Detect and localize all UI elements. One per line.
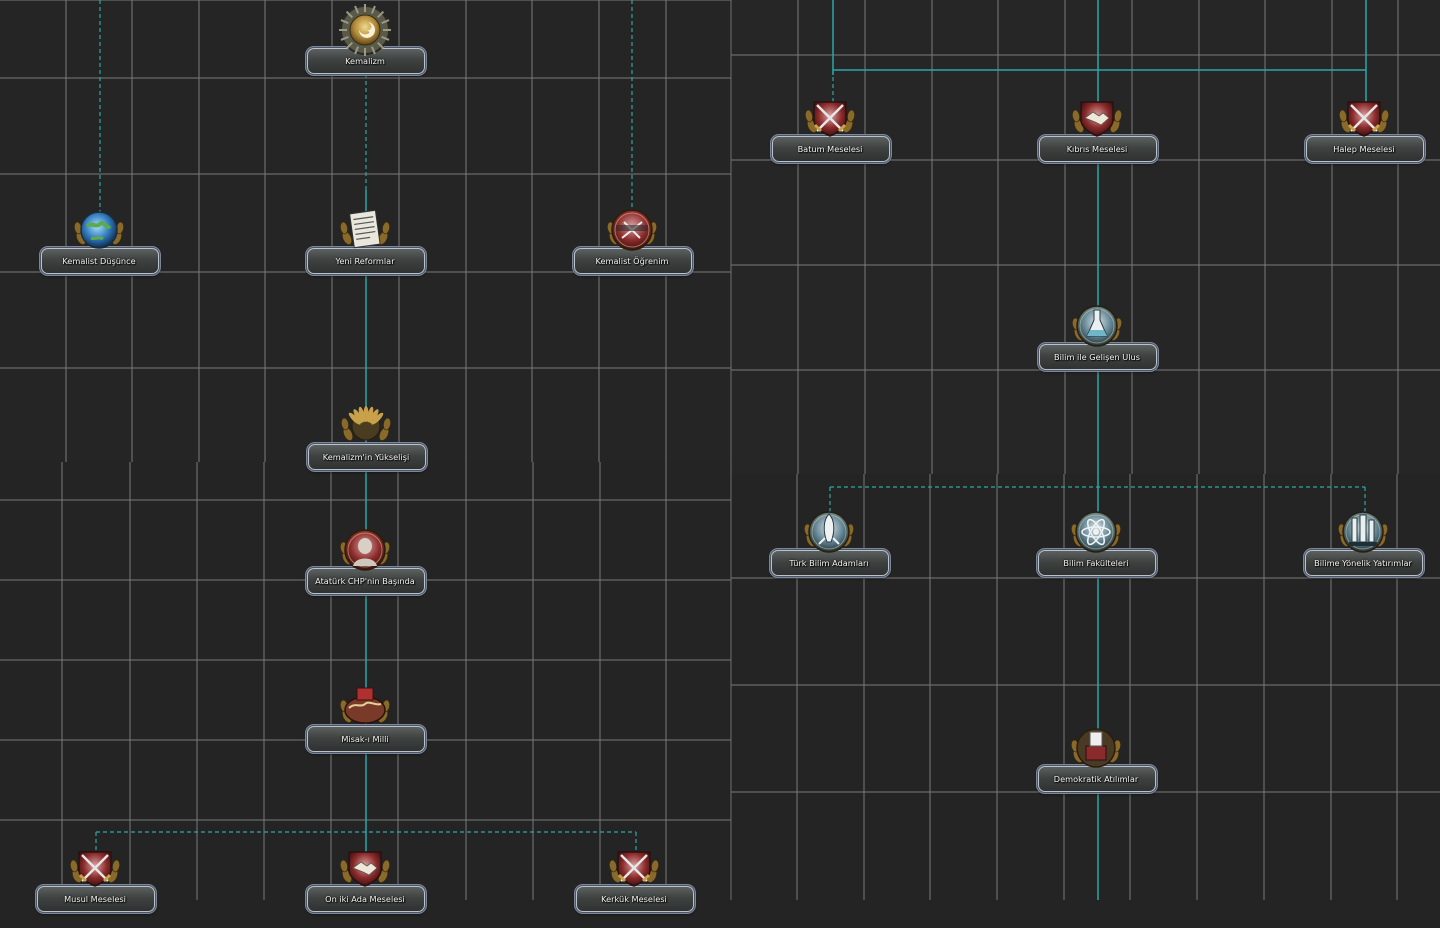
focus-label: Musul Meselesi <box>64 894 126 904</box>
focus-label: Atatürk CHP'nin Başında <box>315 576 415 586</box>
focus-turk-bilim-adamlari[interactable]: Türk Bilim Adamları <box>769 502 889 592</box>
focus-halep-meselesi[interactable]: Halep Meselesi <box>1304 88 1424 178</box>
focus-label: Bilim Fakülteleri <box>1063 558 1129 568</box>
focus-label: Kıbrıs Meselesi <box>1066 144 1128 154</box>
focus-kemalist-ogrenim[interactable]: Kemalist Öğrenim <box>572 200 692 290</box>
focus-label: Kemalist Öğrenim <box>595 256 669 266</box>
focus-bilim-fakulteleri[interactable]: Bilim Fakülteleri <box>1036 502 1156 592</box>
focus-on-iki-ada[interactable]: On iki Ada Meselesi <box>305 838 425 928</box>
focus-kerkuk-meselesi[interactable]: Kerkük Meselesi <box>574 838 694 928</box>
focus-label: On iki Ada Meselesi <box>325 894 405 904</box>
focus-kibris-meselesi[interactable]: Kıbrıs Meselesi <box>1037 88 1157 178</box>
focus-musul-meselesi[interactable]: Musul Meselesi <box>35 838 155 928</box>
focus-bilime-yonelik-yatirimlar[interactable]: Bilime Yönelik Yatırımlar <box>1303 502 1423 592</box>
focus-label: Yeni Reformlar <box>335 256 395 266</box>
focus-label: Misak-ı Milli <box>341 734 389 744</box>
focus-yeni-reformlar[interactable]: Yeni Reformlar <box>305 200 425 290</box>
focus-tree-grid <box>0 0 1440 900</box>
focus-bilim-gelisen-ulus[interactable]: Bilim ile Gelişen Ulus <box>1037 296 1157 386</box>
focus-label: Batum Meselesi <box>797 144 863 154</box>
focus-label: Kemalizm <box>345 56 385 66</box>
focus-kemalizmin-yukselisi[interactable]: Kemalizm'in Yükselişi <box>306 396 426 486</box>
focus-label: Bilime Yönelik Yatırımlar <box>1314 558 1412 568</box>
focus-kemalizm[interactable]: Kemalizm <box>305 0 425 90</box>
focus-label: Türk Bilim Adamları <box>789 558 869 568</box>
focus-kemalist-dusunce[interactable]: Kemalist Düşünce <box>39 200 159 290</box>
focus-ataturk-chp[interactable]: Atatürk CHP'nin Başında <box>305 520 425 610</box>
focus-tree-view: Kemalizm Kemalist Düşünce Yeni Reformlar… <box>0 0 1440 912</box>
focus-demokratik-atilimlar[interactable]: Demokratik Atılımlar <box>1036 718 1156 808</box>
focus-misak-i-milli[interactable]: Misak-ı Milli <box>305 678 425 768</box>
focus-label: Kerkük Meselesi <box>601 894 667 904</box>
focus-label: Kemalizm'in Yükselişi <box>322 452 410 462</box>
focus-label: Demokratik Atılımlar <box>1053 774 1139 784</box>
focus-label: Halep Meselesi <box>1333 144 1395 154</box>
focus-label: Kemalist Düşünce <box>62 256 136 266</box>
panel-top-right <box>731 0 1440 474</box>
focus-batum-meselesi[interactable]: Batum Meselesi <box>770 88 890 178</box>
focus-label: Bilim ile Gelişen Ulus <box>1054 352 1140 362</box>
